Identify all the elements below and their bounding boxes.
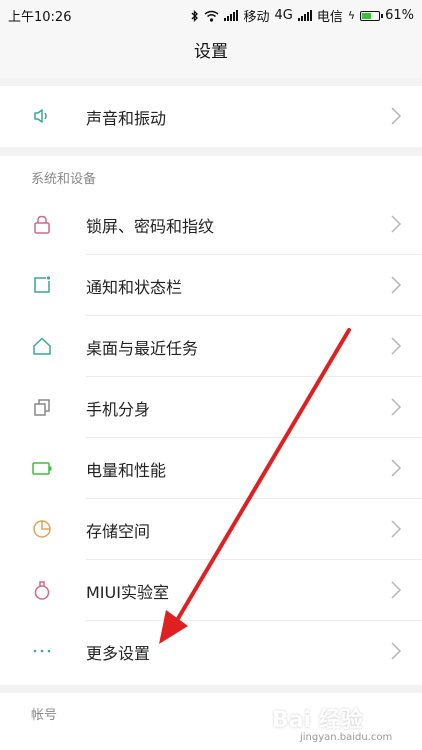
chevron-right-icon	[391, 107, 402, 125]
pie-chart-icon	[33, 520, 51, 538]
carrier-1: 移动	[243, 10, 270, 25]
settings-item-lock[interactable]: 锁屏、密码和指纹	[0, 194, 422, 255]
chevron-right-icon	[391, 276, 402, 294]
flask-icon	[34, 581, 50, 600]
chevron-right-icon	[391, 520, 402, 538]
signal-icon-2	[297, 10, 312, 21]
watermark-url: jingyan.baidu.com	[300, 732, 393, 743]
more-icon	[33, 649, 51, 653]
settings-item-sound[interactable]: 声音和振动	[0, 86, 422, 147]
clone-icon	[34, 399, 50, 416]
page-title: 设置	[0, 28, 422, 78]
lock-icon	[34, 215, 50, 234]
speaker-icon	[34, 109, 47, 123]
settings-item-desktop[interactable]: 桌面与最近任务	[0, 316, 422, 377]
watermark-logo: Bai 经验	[272, 708, 363, 733]
chevron-right-icon	[391, 581, 402, 599]
settings-item-label: 手机分身	[86, 400, 151, 419]
battery-icon	[32, 462, 52, 475]
settings-item-label: 存储空间	[86, 522, 151, 541]
settings-item-miui-lab[interactable]: MIUI实验室	[0, 560, 422, 621]
chevron-right-icon	[391, 215, 402, 233]
settings-item-more[interactable]: 更多设置	[0, 621, 422, 682]
watermark: Bai 经验 jingyan.baidu.com	[272, 702, 412, 748]
status-bar: 上午10:26 移动 4G 电信 ϟ 61%	[0, 0, 422, 28]
battery-percent: 61%	[385, 8, 414, 23]
battery-status-icon	[360, 10, 384, 21]
section-header-account: 帐号	[31, 708, 58, 723]
chevron-right-icon	[391, 459, 402, 477]
settings-item-battery[interactable]: 电量和性能	[0, 438, 422, 499]
signal-icon	[224, 10, 239, 21]
section-system: 系统和设备 锁屏、密码和指纹 通知和状态栏 桌面与最近任务 手机分身 电量和性能…	[0, 156, 422, 685]
status-time: 上午10:26	[8, 10, 72, 25]
home-icon	[33, 337, 51, 355]
chevron-right-icon	[391, 642, 402, 660]
chevron-right-icon	[391, 337, 402, 355]
settings-item-label: 更多设置	[86, 644, 151, 663]
wifi-icon	[204, 10, 219, 22]
settings-item-label: MIUI实验室	[86, 583, 169, 602]
settings-item-label: 锁屏、密码和指纹	[86, 217, 215, 236]
settings-item-label: 桌面与最近任务	[86, 339, 199, 358]
bluetooth-icon	[191, 9, 199, 22]
notification-icon	[34, 276, 51, 293]
settings-item-notifications[interactable]: 通知和状态栏	[0, 255, 422, 316]
settings-item-dual-apps[interactable]: 手机分身	[0, 377, 422, 438]
section-header-system: 系统和设备	[31, 172, 97, 187]
network-type: 4G	[274, 8, 293, 23]
settings-item-storage[interactable]: 存储空间	[0, 499, 422, 560]
section-top: 声音和振动	[0, 86, 422, 147]
carrier-2: 电信	[316, 10, 343, 25]
chevron-right-icon	[391, 398, 402, 416]
settings-item-label: 声音和振动	[86, 109, 167, 128]
settings-item-label: 电量和性能	[86, 461, 167, 480]
charging-icon: ϟ	[347, 9, 356, 22]
settings-item-label: 通知和状态栏	[86, 278, 183, 297]
